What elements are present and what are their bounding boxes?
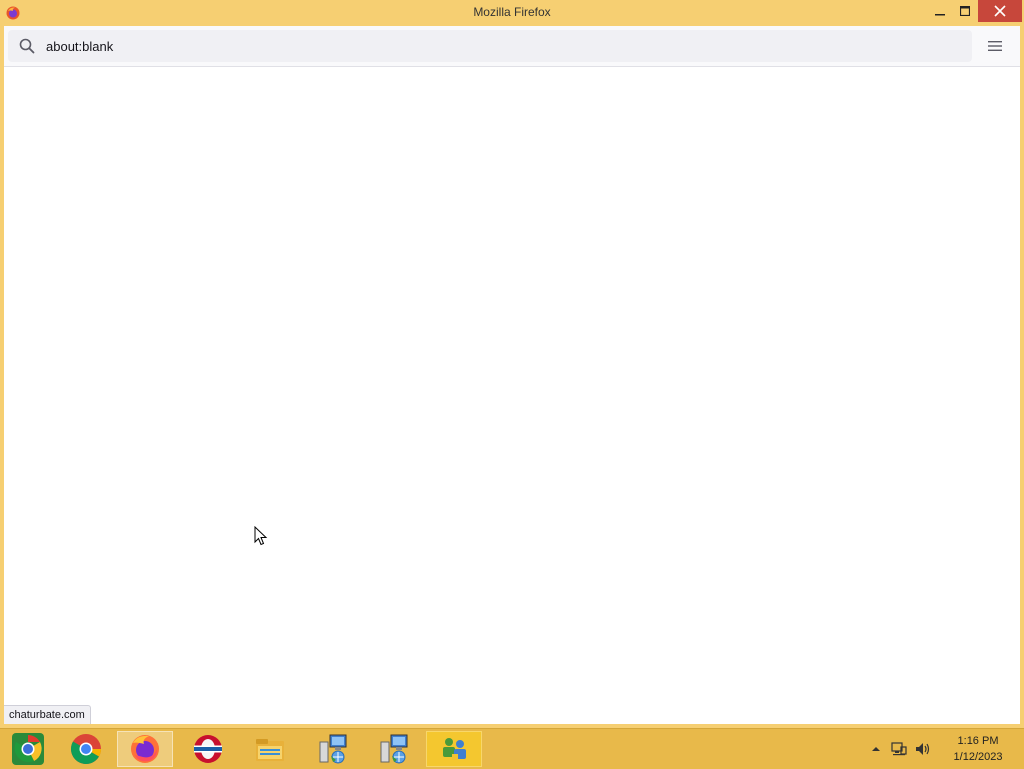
users-icon	[443, 738, 466, 760]
chrome-icon	[70, 734, 102, 765]
close-button[interactable]	[978, 0, 1022, 22]
folder-icon	[256, 739, 284, 761]
taskbar-opera[interactable]	[180, 731, 236, 767]
opera-icon	[194, 735, 222, 763]
app-menu-button[interactable]	[982, 34, 1008, 58]
browser-area: chaturbate.com	[4, 26, 1020, 724]
taskbar-chrome[interactable]	[58, 731, 114, 767]
clock-date: 1/12/2023	[953, 751, 1003, 763]
status-link-preview: chaturbate.com	[4, 705, 91, 724]
mouse-cursor-icon	[254, 526, 268, 546]
taskbar-file-explorer[interactable]	[242, 731, 298, 767]
url-bar[interactable]	[8, 30, 972, 62]
chevron-up-icon[interactable]	[866, 739, 886, 759]
taskbar-network-setup-2[interactable]	[366, 731, 422, 767]
url-input[interactable]	[46, 36, 946, 56]
network-icon[interactable]	[890, 740, 908, 758]
page-content[interactable]: chaturbate.com	[4, 67, 1020, 724]
taskbar-firefox[interactable]	[117, 731, 173, 767]
close-icon	[994, 5, 1006, 17]
taskbar-users[interactable]	[426, 731, 482, 767]
chrome-canary-icon	[12, 733, 44, 765]
navigation-toolbar	[4, 26, 1020, 67]
network-computer-icon	[380, 734, 408, 764]
title-bar[interactable]: Mozilla Firefox	[0, 0, 1024, 26]
clock-time: 1:16 PM	[957, 735, 999, 747]
minimize-icon	[935, 14, 945, 16]
window-title: Mozilla Firefox	[473, 5, 551, 19]
hamburger-menu-icon	[988, 41, 1002, 51]
system-tray	[866, 729, 932, 769]
speaker-icon[interactable]	[914, 740, 932, 758]
firefox-window: Mozilla Firefox about:blank chaturbate.c…	[0, 0, 1024, 728]
search-icon	[19, 38, 35, 54]
maximize-icon	[960, 6, 970, 16]
minimize-button[interactable]	[926, 0, 954, 22]
taskbar-clock[interactable]: 1:16 PM 1/12/2023	[940, 733, 1016, 765]
network-computer-icon	[319, 734, 347, 764]
taskbar-chrome-canary[interactable]	[0, 731, 56, 767]
taskbar: 1:16 PM 1/12/2023	[0, 728, 1024, 769]
taskbar-network-setup-1[interactable]	[305, 731, 361, 767]
maximize-button[interactable]	[951, 0, 979, 22]
firefox-icon	[131, 735, 159, 763]
